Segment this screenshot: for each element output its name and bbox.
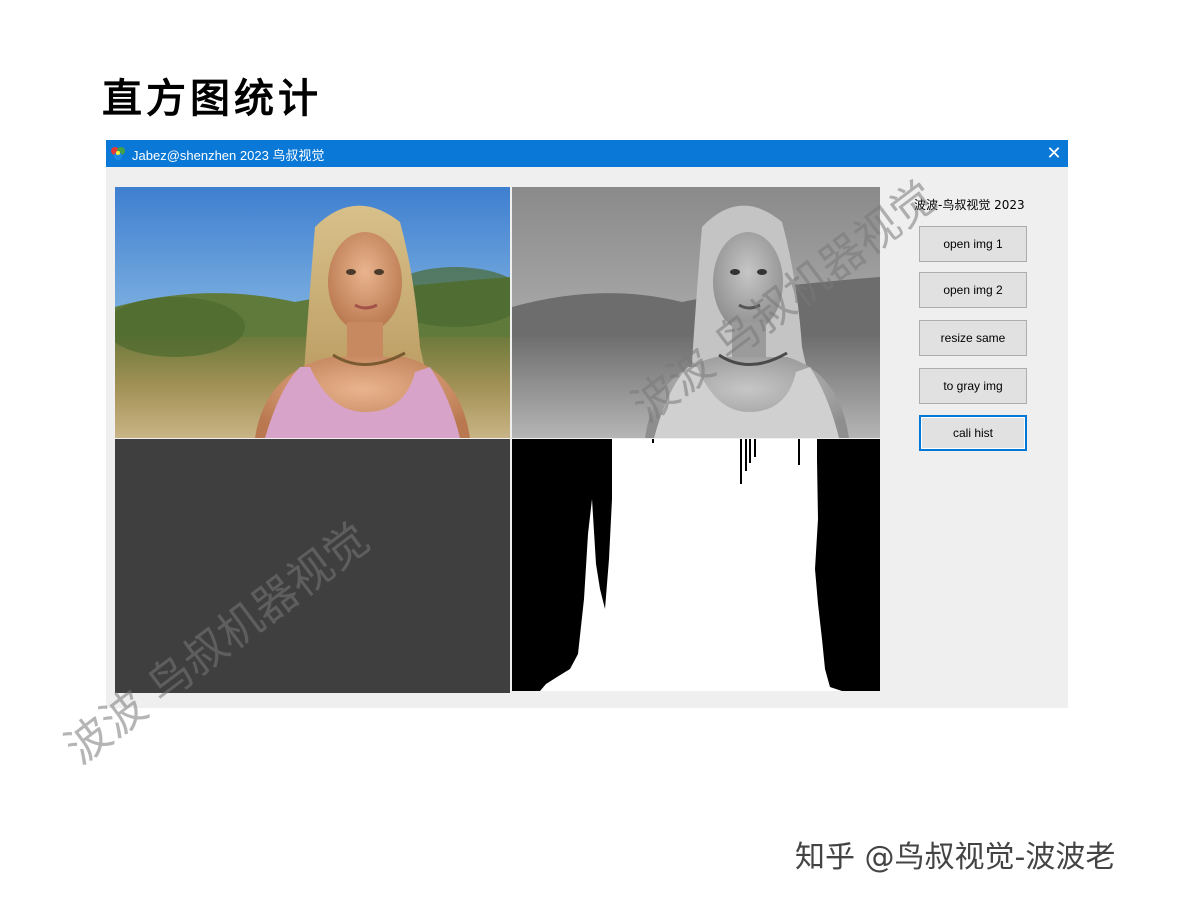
open-img-1-button[interactable]: open img 1 (919, 226, 1027, 262)
resize-same-button[interactable]: resize same (919, 320, 1027, 356)
histogram-panel (512, 439, 880, 691)
histogram-image (512, 439, 880, 691)
open-img-2-button[interactable]: open img 2 (919, 272, 1027, 308)
color-portrait-image (115, 187, 510, 438)
window-title: Jabez@shenzhen 2023 鸟叔视觉 (132, 148, 325, 163)
title-bar[interactable]: Jabez@shenzhen 2023 鸟叔视觉 ✕ (106, 140, 1068, 167)
close-button[interactable]: ✕ (1040, 140, 1068, 167)
to-gray-img-button[interactable]: to gray img (919, 368, 1027, 404)
empty-image-panel (115, 439, 510, 693)
gray-image-panel (512, 187, 880, 438)
app-icon (111, 147, 125, 160)
app-window: Jabez@shenzhen 2023 鸟叔视觉 ✕ 波波-鸟叔视觉 2023 … (106, 140, 1068, 708)
color-image-panel (115, 187, 510, 438)
gray-portrait-image (512, 187, 880, 438)
close-icon: ✕ (1046, 143, 1062, 164)
slide-title: 直方图统计 (102, 76, 322, 122)
cali-hist-button[interactable]: cali hist (919, 415, 1027, 451)
footer-credit: 知乎 @鸟叔视觉-波波老 (795, 840, 1116, 875)
side-panel-label: 波波-鸟叔视觉 2023 (914, 198, 1025, 212)
